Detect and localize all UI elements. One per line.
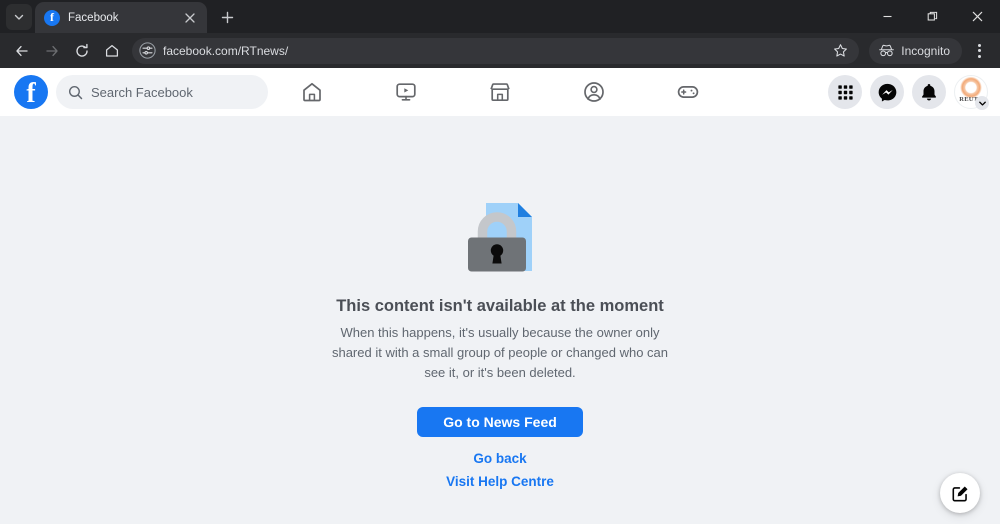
url-text: facebook.com/RTnews/ xyxy=(163,43,289,58)
facebook-favicon: f xyxy=(44,9,60,26)
nav-center-tabs xyxy=(265,70,735,114)
go-to-news-feed-button[interactable]: Go to News Feed xyxy=(417,407,583,438)
close-window-button[interactable] xyxy=(955,0,1000,33)
nav-tab-gaming[interactable] xyxy=(641,70,735,114)
browser-tab[interactable]: f Facebook xyxy=(35,2,207,33)
menu-dot xyxy=(977,54,981,58)
maximize-button[interactable] xyxy=(910,0,955,33)
tab-strip: f Facebook xyxy=(0,0,1000,33)
visit-help-centre-link[interactable]: Visit Help Centre xyxy=(446,474,554,489)
locked-document-illustration xyxy=(458,195,542,279)
search-icon xyxy=(68,85,83,99)
account-avatar[interactable]: REUTE xyxy=(954,75,989,110)
plus-icon xyxy=(221,11,233,23)
home-button[interactable] xyxy=(98,37,126,65)
home-icon xyxy=(105,44,119,57)
nav-tab-marketplace[interactable] xyxy=(453,70,547,114)
arrow-right-icon xyxy=(46,45,58,56)
home-icon xyxy=(303,82,321,102)
messenger-icon xyxy=(878,83,896,102)
chevron-down-icon xyxy=(975,96,989,110)
browser-window: f Facebook facebook.com/RTnews/ Incognit… xyxy=(0,0,1000,524)
minimize-icon xyxy=(883,15,892,18)
nav-tab-home[interactable] xyxy=(265,70,359,114)
close-icon xyxy=(185,12,195,23)
browser-toolbar: facebook.com/RTnews/ Incognito xyxy=(0,33,1000,68)
incognito-indicator[interactable]: Incognito xyxy=(869,37,962,64)
tab-search-button[interactable] xyxy=(6,4,32,30)
search-placeholder: Search Facebook xyxy=(91,84,193,100)
minimize-button[interactable] xyxy=(865,0,910,33)
site-settings-icon[interactable] xyxy=(139,42,156,59)
bell-icon xyxy=(921,84,937,101)
nav-left-section: f Search Facebook xyxy=(14,75,268,109)
compose-icon xyxy=(952,485,968,501)
menu-dot xyxy=(977,49,981,52)
gaming-icon xyxy=(677,86,699,98)
menu-dot xyxy=(977,43,981,47)
browser-menu-button[interactable] xyxy=(966,37,992,65)
nav-tab-groups[interactable] xyxy=(547,70,641,114)
incognito-label: Incognito xyxy=(901,43,950,58)
close-tab-button[interactable] xyxy=(182,10,198,26)
arrow-left-icon xyxy=(16,45,28,56)
page-viewport: f Search Facebook REUTE This content isn… xyxy=(0,68,1000,524)
window-controls xyxy=(865,0,1000,33)
facebook-logo-letter: f xyxy=(26,78,36,109)
notifications-button[interactable] xyxy=(912,75,946,109)
reload-icon xyxy=(76,43,88,57)
bookmark-button[interactable] xyxy=(829,40,851,62)
new-tab-button[interactable] xyxy=(213,3,241,31)
facebook-logo-icon[interactable]: f xyxy=(14,75,48,109)
video-icon xyxy=(396,83,416,101)
address-bar[interactable]: facebook.com/RTnews/ xyxy=(132,37,860,64)
compose-post-button[interactable] xyxy=(940,473,980,513)
error-description: When this happens, it's usually because … xyxy=(331,325,669,381)
incognito-icon xyxy=(879,44,895,57)
facebook-top-nav: f Search Facebook REUTE xyxy=(0,68,1000,116)
search-input[interactable]: Search Facebook xyxy=(56,75,268,109)
close-icon xyxy=(972,11,983,22)
marketplace-icon xyxy=(490,83,510,102)
messenger-button[interactable] xyxy=(870,75,904,109)
error-title: This content isn't available at the mome… xyxy=(336,297,664,315)
favicon-letter: f xyxy=(50,10,54,24)
locked-document-icon xyxy=(468,203,532,272)
tab-title: Facebook xyxy=(68,11,119,24)
nav-right-section: REUTE xyxy=(828,75,989,110)
reload-button[interactable] xyxy=(68,37,96,65)
menu-grid-button[interactable] xyxy=(828,75,862,109)
forward-button[interactable] xyxy=(38,37,66,65)
star-icon xyxy=(833,44,847,57)
grid-menu-icon xyxy=(837,84,853,100)
back-button[interactable] xyxy=(8,37,36,65)
error-content: This content isn't available at the mome… xyxy=(0,116,1000,489)
chevron-down-icon xyxy=(14,14,24,20)
groups-icon xyxy=(584,82,604,102)
nav-tab-video[interactable] xyxy=(359,70,453,114)
restore-icon xyxy=(927,11,938,21)
go-back-link[interactable]: Go back xyxy=(473,451,526,466)
